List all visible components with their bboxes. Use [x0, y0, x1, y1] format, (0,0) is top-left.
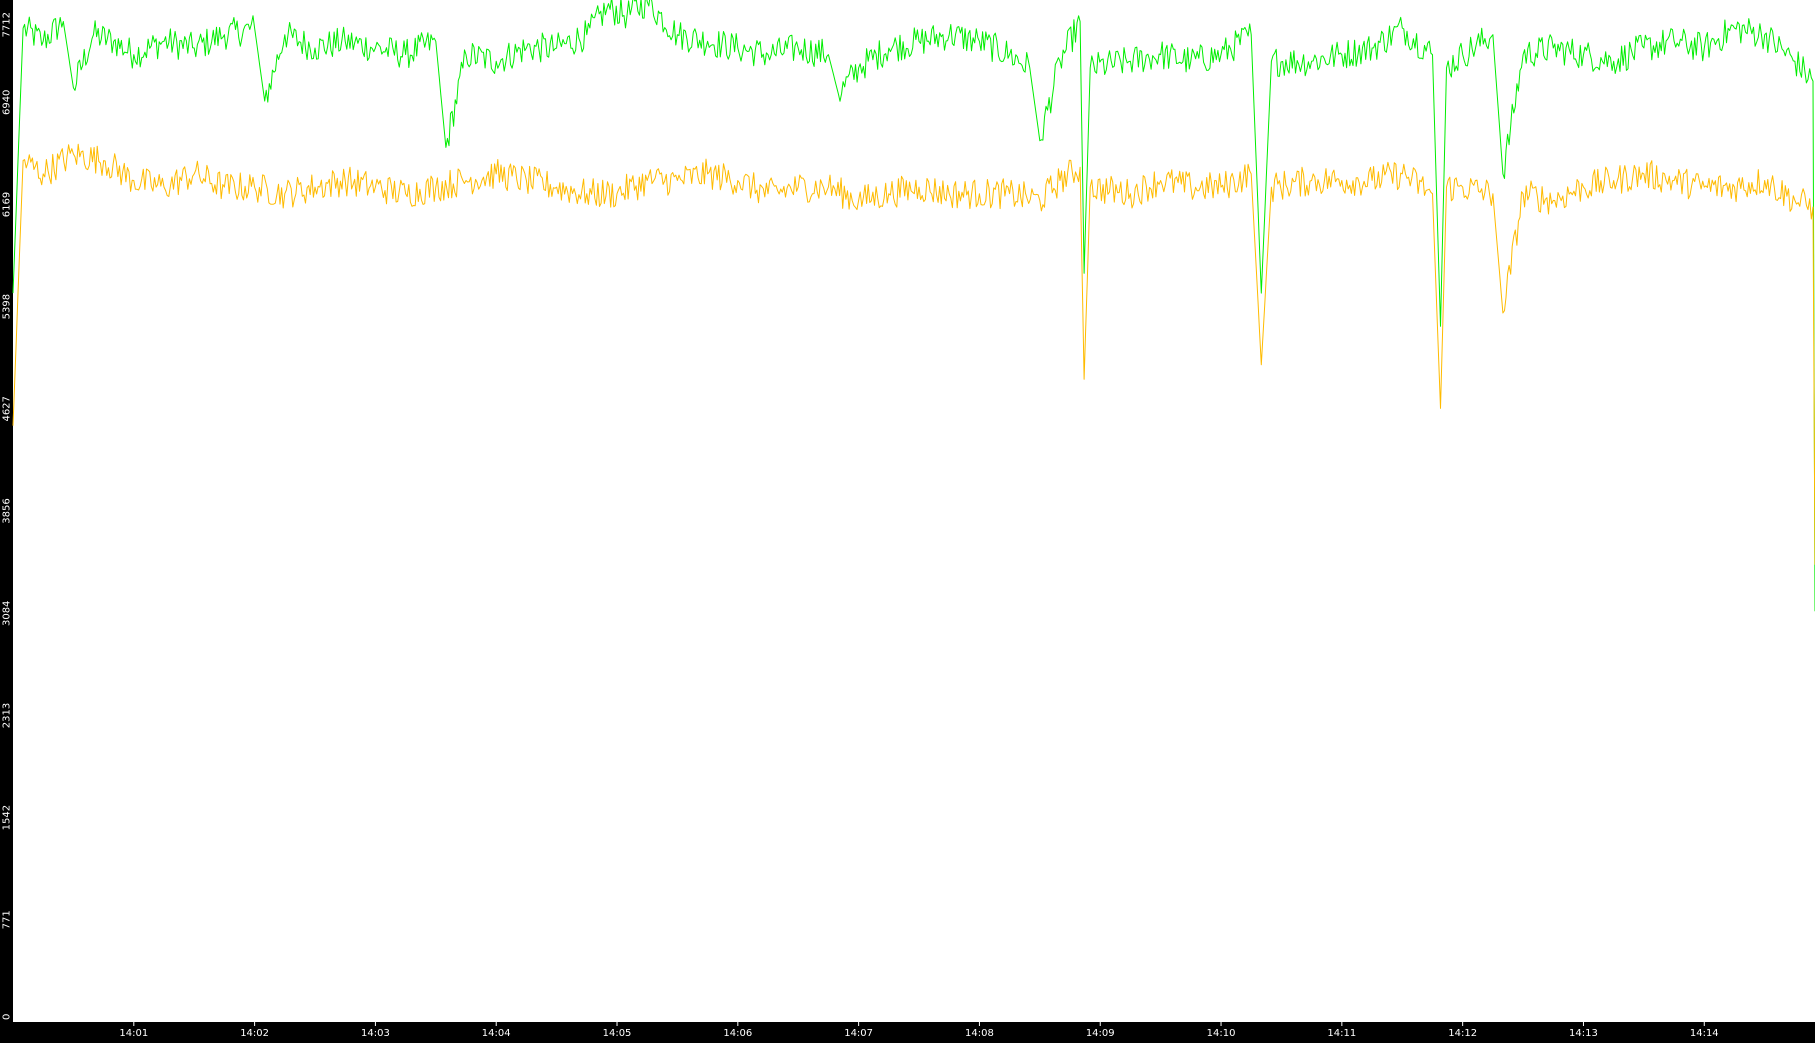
- y-tick-label: 771: [2, 910, 13, 929]
- x-tick-label: 14:12: [1448, 1028, 1477, 1039]
- x-tick-label: 14:03: [361, 1028, 390, 1039]
- chart-svg: 0 771 1542 2313 3084 3856 4627 5398 6169 6940 7712…: [0, 0, 1815, 1039]
- y-tick-label: 1542: [2, 805, 13, 830]
- x-tick-label: 14:05: [603, 1028, 632, 1039]
- y-tick-label: 5398: [2, 294, 13, 319]
- x-tick-label: 14:07: [844, 1028, 873, 1039]
- x-tick-label: 14:04: [482, 1028, 511, 1039]
- y-tick-label: 4627: [2, 396, 13, 421]
- y-tick-label: 6169: [2, 192, 13, 217]
- chart: 0 771 1542 2313 3084 3856 4627 5398 6169 6940 7712…: [0, 0, 1815, 1039]
- x-tick-label: 14:10: [1207, 1028, 1236, 1039]
- x-tick-label: 14:06: [723, 1028, 752, 1039]
- y-tick-label: 2313: [2, 703, 13, 728]
- x-tick-label: 14:01: [119, 1028, 148, 1039]
- x-tick-label: 14:11: [1327, 1028, 1356, 1039]
- y-tick-label: 3856: [2, 498, 13, 523]
- x-tick-label: 14:08: [965, 1028, 994, 1039]
- x-tick-label: 14:09: [1086, 1028, 1115, 1039]
- y-tick-label: 3084: [2, 601, 13, 626]
- x-tick-label: 14:13: [1569, 1028, 1598, 1039]
- y-tick-label: 7712: [2, 12, 13, 37]
- plot-area: [13, 0, 1815, 1022]
- y-tick-label: 6940: [2, 90, 13, 115]
- x-tick-label: 14:14: [1690, 1028, 1719, 1039]
- y-tick-label: 0: [2, 1014, 13, 1020]
- x-tick-label: 14:02: [240, 1028, 269, 1039]
